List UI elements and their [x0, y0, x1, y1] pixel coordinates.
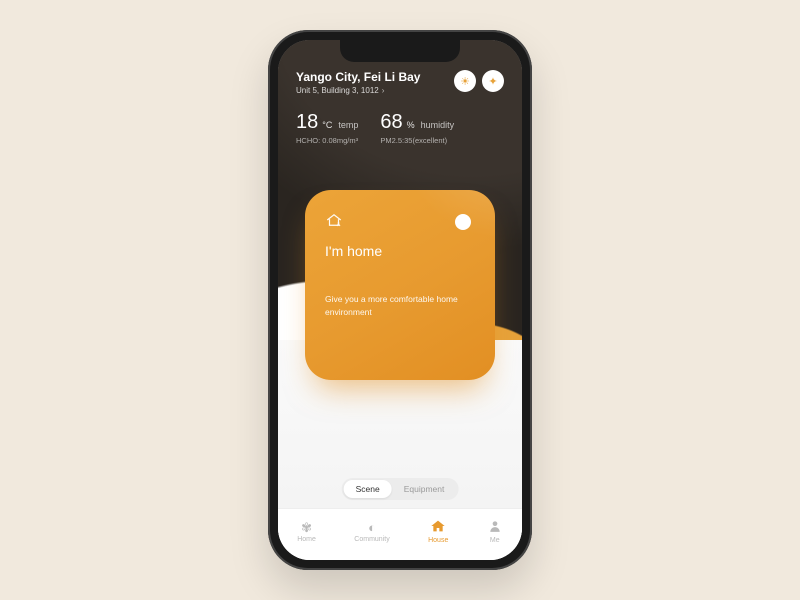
tab-me-label: Me [490, 537, 500, 544]
notch [340, 40, 460, 62]
house-icon [430, 519, 446, 535]
screen: Yango City, Fei Li Bay Unit 5, Building … [278, 40, 522, 560]
temp-label: temp [338, 120, 358, 130]
lamp-icon: ✦ [488, 75, 497, 88]
segment-equipment[interactable]: Equipment [392, 480, 457, 498]
person-icon [487, 519, 503, 535]
tab-me[interactable]: Me [487, 519, 503, 544]
location-block[interactable]: Yango City, Fei Li Bay Unit 5, Building … [296, 70, 420, 95]
temp-sub: HCHO: 0.08mg/m³ [296, 136, 358, 145]
tab-bar: ✾ Home ◐ Community House M [278, 508, 522, 560]
humidity-unit: % [407, 120, 415, 130]
phone-frame: Yango City, Fei Li Bay Unit 5, Building … [268, 30, 532, 570]
header-action-lamp[interactable]: ✦ [482, 70, 504, 92]
scene-card-toggle[interactable] [455, 214, 471, 230]
segment-control: Scene Equipment [342, 478, 459, 500]
tab-community-label: Community [354, 536, 389, 543]
stat-temp: 18 °C temp HCHO: 0.08mg/m³ [296, 111, 358, 145]
humidity-sub: PM2.5:35(excellent) [380, 136, 454, 145]
sun-icon: ☀ [460, 75, 470, 88]
tab-community[interactable]: ◐ Community [354, 521, 389, 543]
humidity-label: humidity [421, 120, 455, 130]
medal-icon: ✾ [301, 521, 312, 534]
tab-home[interactable]: ✾ Home [297, 521, 316, 543]
globe-icon: ◐ [368, 521, 376, 534]
tab-house-label: House [428, 537, 448, 544]
temp-unit: °C [322, 120, 332, 130]
tab-home-label: Home [297, 536, 316, 543]
scene-card-im-home[interactable]: I'm home Give you a more comfortable hom… [305, 190, 495, 380]
scene-card-title: I'm home [325, 243, 475, 259]
temp-value: 18 [296, 111, 318, 134]
humidity-value: 68 [380, 111, 402, 134]
header-action-sun[interactable]: ☀ [454, 70, 476, 92]
stats-row: 18 °C temp HCHO: 0.08mg/m³ 68 % humidity… [296, 111, 504, 145]
tab-house[interactable]: House [428, 519, 448, 544]
segment-scene[interactable]: Scene [344, 480, 392, 498]
chevron-right-icon: › [382, 86, 385, 95]
scene-card-desc: Give you a more comfortable home environ… [325, 293, 475, 319]
location-title: Yango City, Fei Li Bay [296, 70, 420, 84]
stat-humidity: 68 % humidity PM2.5:35(excellent) [380, 111, 454, 145]
home-run-icon [325, 212, 475, 233]
location-subtitle: Unit 5, Building 3, 1012 [296, 86, 379, 95]
